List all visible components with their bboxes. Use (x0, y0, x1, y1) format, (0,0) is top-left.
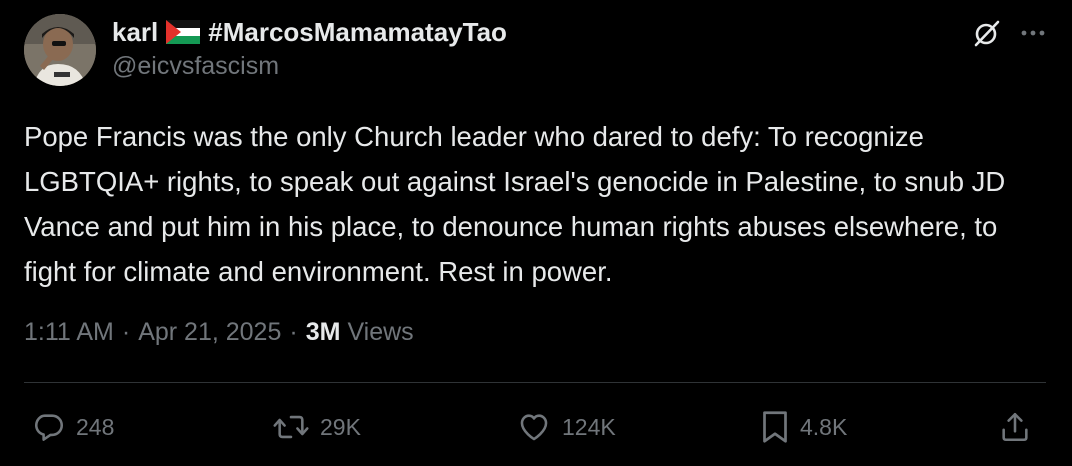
reply-button[interactable]: 248 (32, 405, 114, 449)
top-actions (972, 18, 1046, 48)
bookmark-icon (760, 409, 790, 445)
views-count[interactable]: 3M (306, 318, 341, 347)
author-hashtag[interactable]: #MarcosMamamatayTao (208, 17, 507, 48)
repost-count: 29K (320, 413, 361, 440)
tweet-text: Pope Francis was the only Church leader … (24, 121, 1006, 287)
author-display-name[interactable]: karl (112, 17, 158, 48)
tweet-meta: 1:11 AM · Apr 21, 2025 · 3M Views (24, 318, 414, 347)
divider (24, 382, 1046, 383)
grok-icon[interactable] (972, 18, 1002, 48)
meta-separator: · (121, 318, 131, 346)
more-icon[interactable] (1020, 29, 1046, 37)
author-handle[interactable]: @eicvsfascism (112, 52, 279, 81)
meta-separator: · (289, 318, 298, 346)
bookmark-button[interactable]: 4.8K (760, 405, 847, 449)
like-icon (516, 410, 552, 444)
share-icon (998, 410, 1032, 444)
views-label[interactable]: Views (347, 318, 413, 347)
tweet: karl #MarcosMamamatayTao @eicvsfascism P… (0, 0, 1072, 466)
repost-icon (272, 410, 310, 444)
avatar[interactable] (24, 14, 96, 86)
author-name-row[interactable]: karl #MarcosMamamatayTao (112, 14, 507, 50)
tweet-time[interactable]: 1:11 AM (24, 318, 114, 347)
share-button[interactable] (998, 405, 1032, 449)
bookmark-count: 4.8K (800, 413, 848, 440)
like-count: 124K (562, 413, 616, 440)
repost-button[interactable]: 29K (272, 405, 361, 449)
tweet-date[interactable]: Apr 21, 2025 (138, 318, 281, 347)
reply-count: 248 (76, 413, 115, 440)
like-button[interactable]: 124K (516, 405, 616, 449)
reply-icon (32, 410, 66, 444)
palestine-flag-icon (166, 20, 201, 44)
